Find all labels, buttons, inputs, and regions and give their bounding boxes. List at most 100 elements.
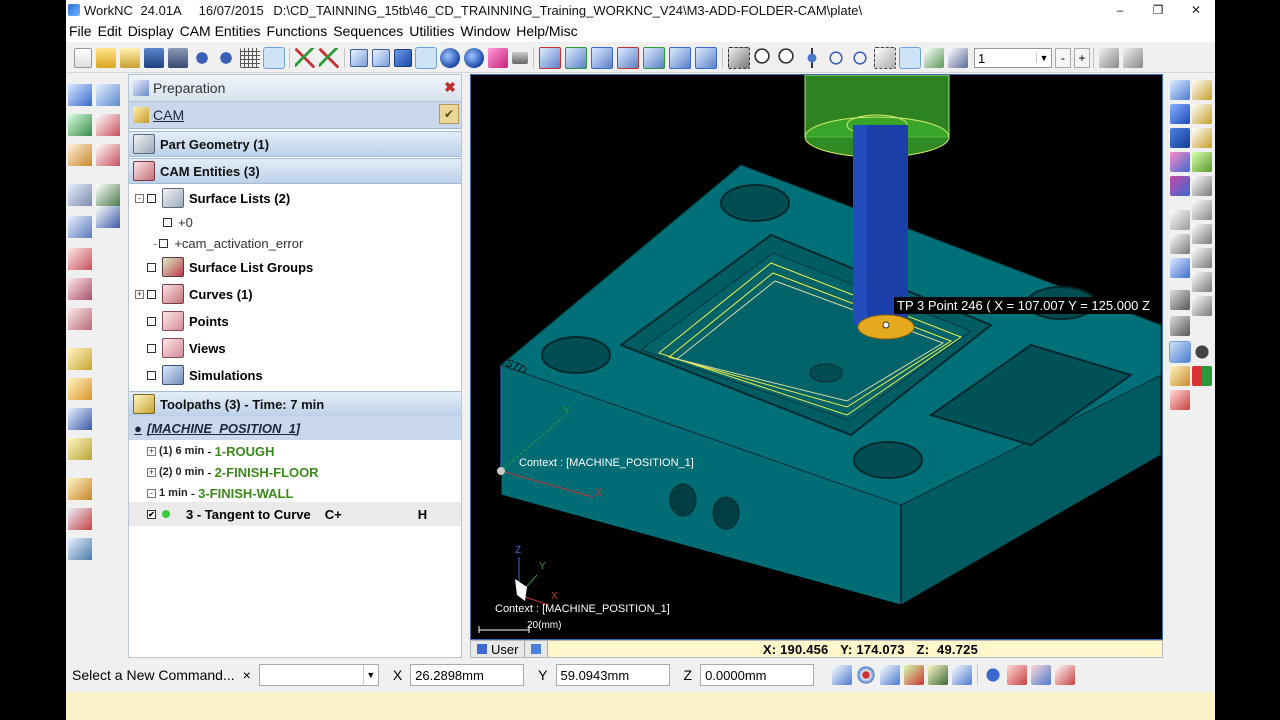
- curve-gray-icon[interactable]: [1192, 176, 1212, 196]
- tree-points[interactable]: Points: [129, 309, 461, 333]
- axis-xyz-icon[interactable]: [295, 48, 315, 68]
- cam-pen-icon[interactable]: [96, 184, 120, 206]
- measure-icon[interactable]: [1099, 48, 1119, 68]
- cam-curves-icon[interactable]: [68, 278, 92, 300]
- snap-point-icon[interactable]: [899, 47, 921, 69]
- zoom-out-icon[interactable]: [778, 48, 798, 68]
- material-view-icon[interactable]: [488, 48, 508, 68]
- cube-blue-icon[interactable]: [1170, 104, 1190, 124]
- wireframe-view-icon[interactable]: [350, 49, 368, 67]
- close-panel-button[interactable]: ✖: [442, 79, 458, 95]
- save-icon[interactable]: [144, 48, 164, 68]
- tree-surface-list-item[interactable]: - +cam_activation_error: [129, 231, 461, 255]
- menu-utilities[interactable]: Utilities: [406, 23, 457, 39]
- cube-multi-icon[interactable]: [1170, 152, 1190, 172]
- grid-icon[interactable]: [240, 48, 260, 68]
- pick-arrow-icon[interactable]: [880, 665, 901, 685]
- cam-curve-icon[interactable]: [68, 144, 92, 166]
- menu-display[interactable]: Display: [125, 23, 177, 39]
- cube-solid-icon[interactable]: [1170, 128, 1190, 148]
- z-coordinate-input[interactable]: 0.0000mm: [700, 664, 815, 686]
- visibility-checkbox[interactable]: [159, 238, 169, 248]
- view-front-icon[interactable]: [539, 47, 561, 69]
- tool-select-icon[interactable]: [1169, 341, 1191, 363]
- menu-help-misc[interactable]: Help/Misc: [513, 23, 580, 39]
- collapse-icon[interactable]: -: [147, 488, 156, 498]
- clamp-icon[interactable]: [1170, 290, 1190, 310]
- holder-library-icon[interactable]: [1031, 665, 1052, 685]
- pick-surface-icon[interactable]: [952, 665, 973, 685]
- pick-edit-icon[interactable]: [928, 665, 949, 685]
- axis-local-icon[interactable]: [319, 48, 339, 68]
- open-folder-icon[interactable]: [96, 48, 116, 68]
- tree-machine-position[interactable]: ● [MACHINE_POSITION_1]: [129, 416, 461, 440]
- properties-icon[interactable]: [1123, 48, 1143, 68]
- command-select[interactable]: ▼: [258, 664, 379, 686]
- tree-curves[interactable]: + Curves (1): [129, 282, 461, 306]
- info-icon[interactable]: [983, 665, 1004, 685]
- view-right-icon[interactable]: [617, 47, 639, 69]
- maximize-button[interactable]: ❐: [1139, 0, 1177, 20]
- open-file-icon[interactable]: [120, 48, 140, 68]
- pencil-icon[interactable]: [1170, 366, 1190, 386]
- expand-icon[interactable]: +: [147, 467, 156, 477]
- tree-part-geometry[interactable]: Part Geometry (1): [129, 131, 461, 157]
- tree-toolpath-3-tangent[interactable]: ✔ 3 - Tangent to Curve C+ H: [129, 502, 461, 526]
- cube-color-icon[interactable]: [1170, 176, 1190, 196]
- cam-import-icon[interactable]: [68, 114, 92, 136]
- menu-sequences[interactable]: Sequences: [330, 23, 406, 39]
- cam-surface-icon[interactable]: [68, 216, 92, 238]
- zoom-minus-button[interactable]: -: [1055, 48, 1071, 68]
- expand-icon[interactable]: +: [147, 446, 156, 456]
- minimize-button[interactable]: –: [1101, 0, 1139, 20]
- curve-trim-icon[interactable]: [1192, 248, 1212, 268]
- tree-views[interactable]: Views: [129, 336, 461, 360]
- visibility-checkbox[interactable]: [147, 289, 156, 299]
- cam-report-icon[interactable]: [68, 538, 92, 560]
- save-as-icon[interactable]: [168, 48, 188, 68]
- cam-calc-icon[interactable]: [68, 378, 92, 400]
- cam-part-icon[interactable]: [68, 184, 92, 206]
- expand-icon[interactable]: +: [135, 289, 144, 299]
- cam-monitor-icon[interactable]: [68, 408, 92, 430]
- rotate-icon[interactable]: [826, 48, 846, 68]
- 3d-viewport[interactable]: TP 3 Point 246 ( X = 107.007 Y = 125.000…: [470, 74, 1163, 640]
- visibility-checkbox[interactable]: [147, 316, 156, 326]
- tool-edit-icon[interactable]: [1170, 390, 1190, 410]
- enabled-checkbox[interactable]: ✔: [147, 509, 156, 519]
- cam-delete-icon[interactable]: [68, 508, 92, 530]
- shaded-view-icon[interactable]: [394, 49, 412, 67]
- tree-cam-entities[interactable]: CAM Entities (3): [129, 158, 461, 184]
- surface-blue-icon[interactable]: [1170, 258, 1190, 278]
- curve-edit-icon[interactable]: [1192, 128, 1212, 148]
- view-bottom-icon[interactable]: [669, 47, 691, 69]
- view-back-icon[interactable]: [565, 47, 587, 69]
- redo-icon[interactable]: [216, 48, 236, 68]
- rotate-axis-icon[interactable]: [850, 48, 870, 68]
- select-drag-icon[interactable]: [874, 47, 896, 69]
- zoom-icon[interactable]: [754, 48, 774, 68]
- visibility-checkbox[interactable]: [147, 370, 156, 380]
- view-top-icon[interactable]: [643, 47, 665, 69]
- tree-toolpaths[interactable]: Toolpaths (3) - Time: 7 min: [129, 391, 461, 417]
- tree-surface-lists[interactable]: - Surface Lists (2): [129, 186, 461, 210]
- undo-icon[interactable]: [192, 48, 212, 68]
- curve-yellow-icon[interactable]: [1192, 104, 1212, 124]
- menu-window[interactable]: Window: [457, 23, 513, 39]
- holder-icon[interactable]: [1170, 316, 1190, 336]
- zoom-plus-button[interactable]: +: [1074, 48, 1090, 68]
- menu-edit[interactable]: Edit: [95, 23, 125, 39]
- shaded-edges-view-icon[interactable]: [415, 47, 437, 69]
- cam-post-icon[interactable]: [68, 478, 92, 500]
- cam-r-icon[interactable]: [96, 144, 120, 166]
- tool-library-icon[interactable]: [1007, 665, 1028, 685]
- camera-icon[interactable]: [512, 52, 528, 64]
- snap-grid-icon[interactable]: [924, 48, 944, 68]
- swap-arrows-icon[interactable]: [1192, 366, 1212, 386]
- curve-join-icon[interactable]: [1192, 296, 1212, 316]
- select-curve-icon[interactable]: [1192, 80, 1212, 100]
- cam-h-icon[interactable]: [96, 114, 120, 136]
- visibility-checkbox[interactable]: [147, 343, 156, 353]
- cam-points-icon[interactable]: [68, 308, 92, 330]
- sphere-shaded-icon[interactable]: [464, 48, 484, 68]
